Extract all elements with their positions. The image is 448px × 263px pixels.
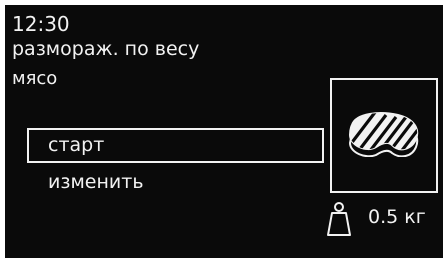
program-mode: размораж. по весу	[12, 38, 200, 60]
clock-time: 12:30	[12, 12, 70, 36]
menu-item-change[interactable]: изменить	[48, 171, 144, 193]
menu-item-change-label: изменить	[48, 171, 144, 193]
menu-item-start-label: старт	[48, 134, 105, 156]
weight-icon	[327, 202, 351, 236]
weight-value: 0.5 кг	[368, 206, 426, 228]
food-type: мясо	[12, 68, 58, 89]
food-image-box	[330, 78, 438, 193]
steak-icon	[348, 112, 419, 157]
menu-item-start[interactable]: старт	[27, 128, 324, 163]
oven-display: 12:30 размораж. по весу мясо старт измен…	[5, 5, 443, 258]
